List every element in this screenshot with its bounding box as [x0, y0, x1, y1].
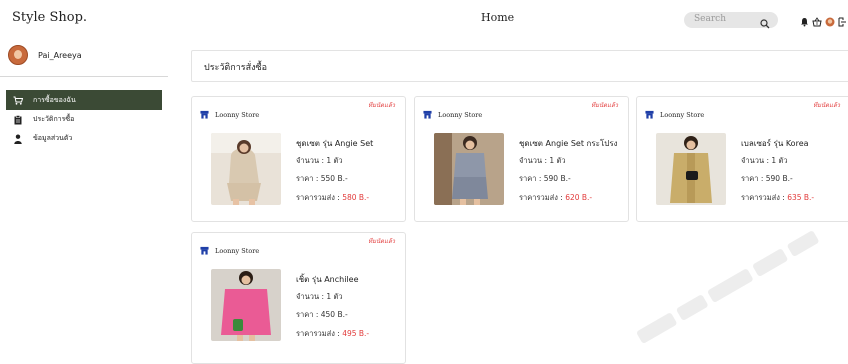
user-profile[interactable]: Pai_Areeya	[8, 45, 82, 65]
order-status: ทีมนัดแล้ว	[591, 102, 618, 109]
product-quantity: จำนวน : 1 ตัว	[519, 156, 566, 165]
order-status: ทีมนัดแล้ว	[368, 102, 395, 109]
product-image[interactable]	[211, 133, 281, 205]
username: Pai_Areeya	[38, 50, 82, 60]
sidebar-divider	[0, 76, 168, 77]
brand-logo[interactable]: Style Shop.	[12, 10, 87, 25]
product-name[interactable]: เบลเซอร์ รุ่น Korea	[741, 137, 809, 150]
store-icon	[200, 110, 209, 119]
order-card[interactable]: ทีมนัดแล้ว Loonny Store เชิ้ต รุ่น Anchi…	[191, 232, 406, 364]
product-image[interactable]	[211, 269, 281, 341]
total-label: ราคารวมส่ง :	[296, 193, 343, 202]
product-price: ราคา : 550 B.-	[296, 174, 348, 183]
watermark	[636, 231, 819, 344]
page-title: ประวัติการสั่งซื้อ	[204, 63, 268, 73]
product-total: ราคารวมส่ง : 635 B.-	[741, 192, 814, 204]
search-placeholder: Search	[694, 14, 726, 24]
product-name[interactable]: เชิ้ต รุ่น Anchilee	[296, 273, 359, 286]
total-label: ราคารวมส่ง :	[741, 193, 788, 202]
sidebar-item-personal-info[interactable]: ข้อมูลส่วนตัว	[6, 129, 162, 148]
logout-icon[interactable]	[838, 12, 846, 31]
product-total: ราคารวมส่ง : 620 B.-	[519, 192, 592, 204]
page-title-bar: ประวัติการสั่งซื้อ	[191, 50, 848, 82]
cart-icon	[13, 95, 23, 105]
store-name: Loonny Store	[660, 110, 705, 119]
sidebar-item-label: ประวัติการซื้อ	[33, 115, 75, 123]
clipboard-icon	[13, 114, 23, 125]
product-quantity: จำนวน : 1 ตัว	[296, 156, 343, 165]
sidebar-item-my-purchases[interactable]: การซื้อของฉัน	[6, 90, 162, 110]
profile-avatar-icon[interactable]	[825, 12, 835, 31]
sidebar-item-label: ข้อมูลส่วนตัว	[33, 134, 73, 142]
order-card[interactable]: ทีมนัดแล้ว Loonny Store เบลเซอร์ รุ่น Ko…	[636, 96, 848, 222]
store-label[interactable]: Loonny Store	[200, 110, 259, 119]
store-label[interactable]: Loonny Store	[200, 246, 259, 255]
order-status: ทีมนัดแล้ว	[368, 238, 395, 245]
total-value: 620 B.-	[565, 193, 593, 202]
avatar	[8, 45, 28, 65]
store-name: Loonny Store	[215, 110, 260, 119]
product-total: ราคารวมส่ง : 580 B.-	[296, 192, 369, 204]
product-name[interactable]: ชุดเซต รุ่น Angie Set	[296, 137, 373, 150]
product-name[interactable]: ชุดเซต Angie Set กระโปรง	[519, 137, 618, 150]
total-label: ราคารวมส่ง :	[519, 193, 566, 202]
product-price: ราคา : 590 B.-	[741, 174, 793, 183]
product-image[interactable]	[434, 133, 504, 205]
product-quantity: จำนวน : 1 ตัว	[296, 292, 343, 301]
product-image[interactable]	[656, 133, 726, 205]
search-input[interactable]: Search	[684, 12, 778, 29]
order-status: ทีมนัดแล้ว	[813, 102, 840, 109]
sidebar-item-label: การซื้อของฉัน	[33, 95, 76, 104]
sidebar-item-purchase-history[interactable]: ประวัติการซื้อ	[6, 110, 162, 129]
store-icon	[645, 110, 654, 119]
total-value: 580 B.-	[342, 193, 370, 202]
store-name: Loonny Store	[438, 110, 483, 119]
product-price: ราคา : 450 B.-	[296, 310, 348, 319]
total-value: 495 B.-	[342, 329, 370, 338]
store-icon	[423, 110, 432, 119]
search-icon[interactable]	[760, 14, 770, 33]
bell-icon[interactable]	[800, 12, 809, 31]
order-card[interactable]: ทีมนัดแล้ว Loonny Store ชุดเซต รุ่น Angi…	[191, 96, 406, 222]
user-icon	[13, 134, 23, 144]
total-value: 635 B.-	[787, 193, 815, 202]
sidebar: Pai_Areeya การซื้อของฉัน ประวัติการซื้อ …	[0, 38, 168, 352]
store-label[interactable]: Loonny Store	[423, 110, 482, 119]
sidebar-menu: การซื้อของฉัน ประวัติการซื้อ ข้อมูลส่วนต…	[6, 90, 162, 148]
total-label: ราคารวมส่ง :	[296, 329, 343, 338]
header-icons	[800, 12, 846, 31]
order-card[interactable]: ทีมนัดแล้ว Loonny Store ชุดเซต Angie Set…	[414, 96, 629, 222]
product-quantity: จำนวน : 1 ตัว	[741, 156, 788, 165]
store-name: Loonny Store	[215, 246, 260, 255]
product-total: ราคารวมส่ง : 495 B.-	[296, 328, 369, 340]
store-icon	[200, 246, 209, 255]
store-label[interactable]: Loonny Store	[645, 110, 704, 119]
product-price: ราคา : 590 B.-	[519, 174, 571, 183]
basket-icon[interactable]	[812, 12, 822, 31]
nav-home-link[interactable]: Home	[481, 11, 514, 24]
